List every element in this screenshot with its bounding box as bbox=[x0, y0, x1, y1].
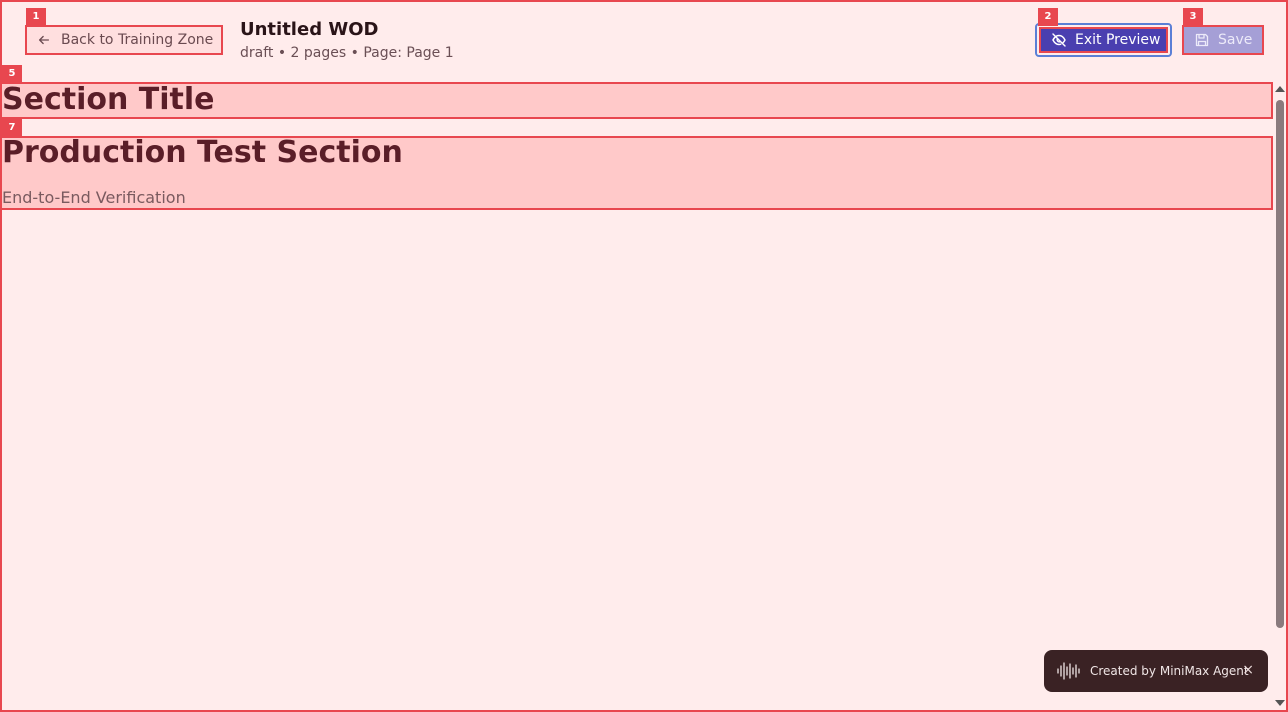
marker-5: 5 bbox=[2, 65, 22, 83]
save-button[interactable]: Save bbox=[1182, 25, 1264, 55]
marker-1: 1 bbox=[26, 8, 46, 26]
exit-preview-button[interactable]: Exit Preview bbox=[1035, 23, 1172, 57]
section-heading: Section Title bbox=[2, 82, 215, 117]
page-subtitle: draft • 2 pages • Page: Page 1 bbox=[240, 45, 454, 61]
vertical-scrollbar[interactable] bbox=[1274, 82, 1286, 710]
marker-3: 3 bbox=[1183, 8, 1203, 26]
marker-2: 2 bbox=[1038, 8, 1058, 26]
exit-preview-label: Exit Preview bbox=[1075, 32, 1161, 48]
section-subtitle: End-to-End Verification bbox=[2, 188, 186, 207]
eye-off-icon bbox=[1052, 33, 1066, 47]
badge-label: Created by MiniMax Agent bbox=[1090, 664, 1249, 678]
close-icon[interactable]: × bbox=[1242, 662, 1254, 678]
save-label: Save bbox=[1218, 32, 1253, 48]
back-button-label: Back to Training Zone bbox=[61, 32, 214, 48]
back-to-training-zone-button[interactable]: Back to Training Zone bbox=[25, 25, 223, 55]
floppy-disk-icon bbox=[1195, 33, 1209, 47]
arrow-left-icon bbox=[38, 35, 50, 45]
waveform-icon bbox=[1056, 661, 1082, 681]
production-test-section-block[interactable]: Production Test Section End-to-End Verif… bbox=[0, 136, 1273, 210]
page-title: Untitled WOD bbox=[240, 19, 379, 40]
section-heading: Production Test Section bbox=[2, 135, 403, 170]
created-by-badge[interactable]: Created by MiniMax Agent × bbox=[1044, 650, 1268, 692]
marker-7: 7 bbox=[2, 119, 22, 137]
section-title-block[interactable]: Section Title bbox=[0, 82, 1273, 119]
scroll-down-arrow-icon[interactable] bbox=[1275, 700, 1285, 706]
scroll-thumb[interactable] bbox=[1276, 100, 1284, 628]
scroll-up-arrow-icon[interactable] bbox=[1275, 86, 1285, 92]
